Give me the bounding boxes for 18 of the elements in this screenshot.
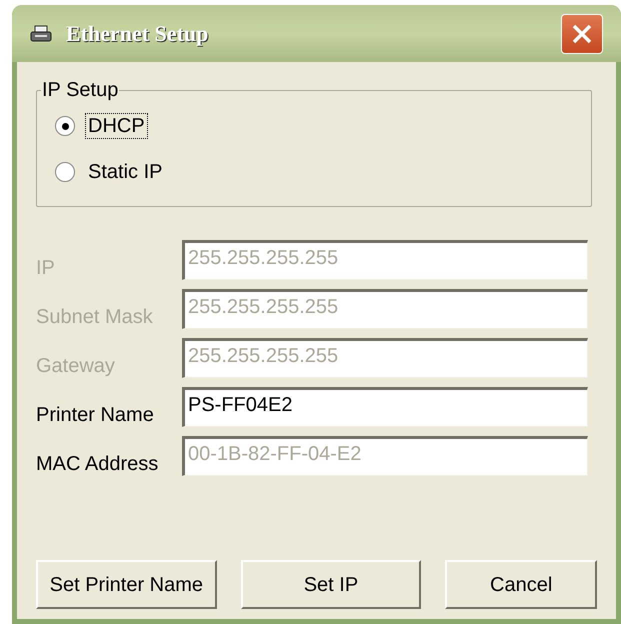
close-button[interactable] bbox=[561, 14, 603, 54]
group-title: IP Setup bbox=[41, 79, 120, 101]
radio-button[interactable] bbox=[55, 116, 75, 136]
dialog-button[interactable]: Set Printer Name bbox=[36, 560, 217, 609]
dialog-button[interactable]: Cancel bbox=[445, 560, 597, 609]
field-label: MAC Address bbox=[36, 452, 160, 476]
radio-label[interactable]: DHCP bbox=[85, 113, 148, 139]
field-label: Printer Name bbox=[36, 403, 155, 427]
window-title: Ethernet Setup bbox=[66, 20, 208, 48]
input-field[interactable]: PS-FF04E2 bbox=[182, 387, 588, 427]
field-label: Gateway bbox=[36, 354, 116, 378]
close-icon bbox=[571, 22, 593, 44]
field-label: IP bbox=[36, 256, 56, 280]
dialog-button[interactable]: Set IP bbox=[240, 560, 422, 609]
field-label: Subnet Mask bbox=[36, 305, 154, 329]
radio-button[interactable] bbox=[55, 162, 75, 182]
printer-icon bbox=[30, 24, 52, 42]
radio-label[interactable]: Static IP bbox=[85, 159, 166, 185]
